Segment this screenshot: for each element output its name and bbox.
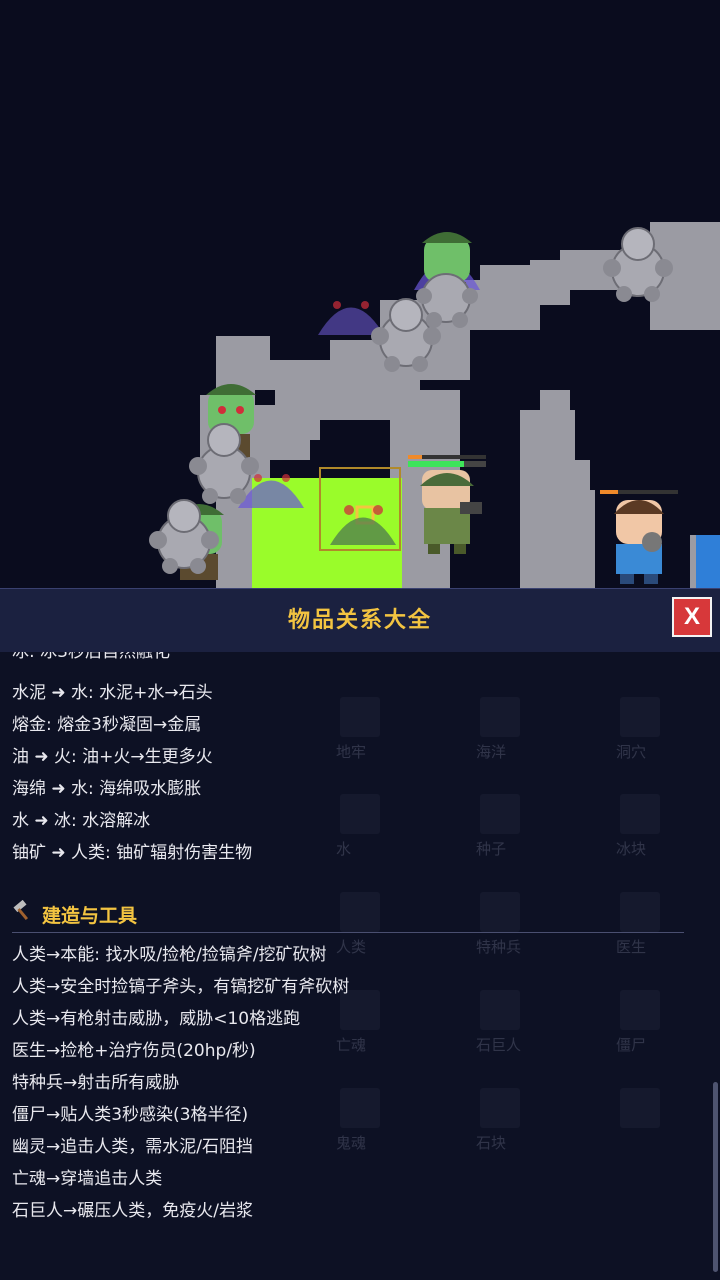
relation-item: 熔金: 熔金3秒凝固→金属 xyxy=(12,715,202,735)
background-grid-label: 石巨人 xyxy=(476,1036,522,1054)
background-grid-label: 种子 xyxy=(476,840,507,858)
rule-item: 人类→安全时捡镐子斧头，有镐挖矿有斧砍树 xyxy=(12,977,350,997)
relation-item: 冰: 冰3秒后自然融化 xyxy=(12,652,170,662)
rule-item: 僵尸→贴人类3秒感染(3格半径) xyxy=(12,1105,249,1125)
background-grid-label: 人类 xyxy=(336,938,367,956)
background-grid-cell xyxy=(340,697,380,737)
background-grid-cell xyxy=(620,892,660,932)
human-doctor[interactable] xyxy=(600,490,678,584)
background-grid-cell xyxy=(480,697,520,737)
rule-item: 人类→有枪射击威胁，威胁<10格逃跑 xyxy=(12,1009,301,1029)
section-divider xyxy=(12,932,684,933)
game-map[interactable] xyxy=(0,0,720,588)
rule-item: 幽灵→追击人类，需水泥/石阻挡 xyxy=(12,1137,253,1157)
relation-item: 铀矿 ➜ 人类: 铀矿辐射伤害生物 xyxy=(12,843,253,863)
background-grid-cell xyxy=(620,697,660,737)
water-block xyxy=(696,535,720,588)
panel-header: 物品关系大全 X xyxy=(0,588,720,653)
relation-item: 油 ➜ 火: 油+火→生更多火 xyxy=(12,747,213,767)
rule-item: 人类→本能: 找水吸/捡枪/捡镐斧/挖矿砍树 xyxy=(12,945,327,965)
background-grid-cell xyxy=(480,892,520,932)
game-viewport[interactable] xyxy=(0,0,720,588)
background-grid-label: 僵尸 xyxy=(616,1036,647,1054)
relations-panel[interactable]: 地牢 海洋 洞穴水 种子 冰块人类 特种兵 医生亡魂 石巨人 僵尸鬼魂 石块 冰: 冰3秒后自然融… xyxy=(0,652,720,1280)
background-grid-cell xyxy=(480,794,520,834)
relation-item: 水 ➜ 冰: 水溶解冰 xyxy=(12,811,151,831)
background-grid-label: 亡魂 xyxy=(336,1036,367,1054)
background-grid-cell xyxy=(340,1088,380,1128)
section-title-text: 建造与工具 xyxy=(42,905,138,927)
background-grid-label: 医生 xyxy=(616,938,647,956)
relation-item: 水泥 ➜ 水: 水泥+水→石头 xyxy=(12,683,213,703)
background-grid-cell xyxy=(340,892,380,932)
background-grid-label: 石块 xyxy=(476,1134,507,1152)
rule-item: 石巨人→碾压人类，免疫火/岩浆 xyxy=(12,1201,253,1221)
background-grid-label: 地牢 xyxy=(336,743,367,761)
panel-title: 物品关系大全 xyxy=(287,608,432,633)
background-grid-label: 水 xyxy=(336,840,352,858)
background-grid-cell xyxy=(620,1088,660,1128)
rule-item: 医生→捡枪+治疗伤员(20hp/秒) xyxy=(12,1041,256,1061)
background-grid-label: 特种兵 xyxy=(476,938,522,956)
background-grid-cell xyxy=(480,990,520,1030)
background-grid-cell xyxy=(620,990,660,1030)
section-title: 建造与工具 xyxy=(12,899,138,932)
background-grid-cell xyxy=(620,794,660,834)
background-grid-label: 海洋 xyxy=(476,743,507,761)
relation-item: 海绵 ➜ 水: 海绵吸水膨胀 xyxy=(12,779,202,799)
background-grid-label: 鬼魂 xyxy=(336,1134,367,1152)
background-grid-label: 洞穴 xyxy=(616,743,647,761)
background-grid-cell xyxy=(340,794,380,834)
rule-item: 亡魂→穿墙追击人类 xyxy=(12,1169,163,1189)
scrollbar[interactable] xyxy=(713,1082,718,1272)
background-grid-cell xyxy=(480,1088,520,1128)
background-grid-label: 冰块 xyxy=(616,840,647,858)
hammer-icon xyxy=(12,899,34,932)
close-button[interactable]: X xyxy=(672,597,712,637)
rule-item: 特种兵→射击所有威胁 xyxy=(12,1073,180,1093)
